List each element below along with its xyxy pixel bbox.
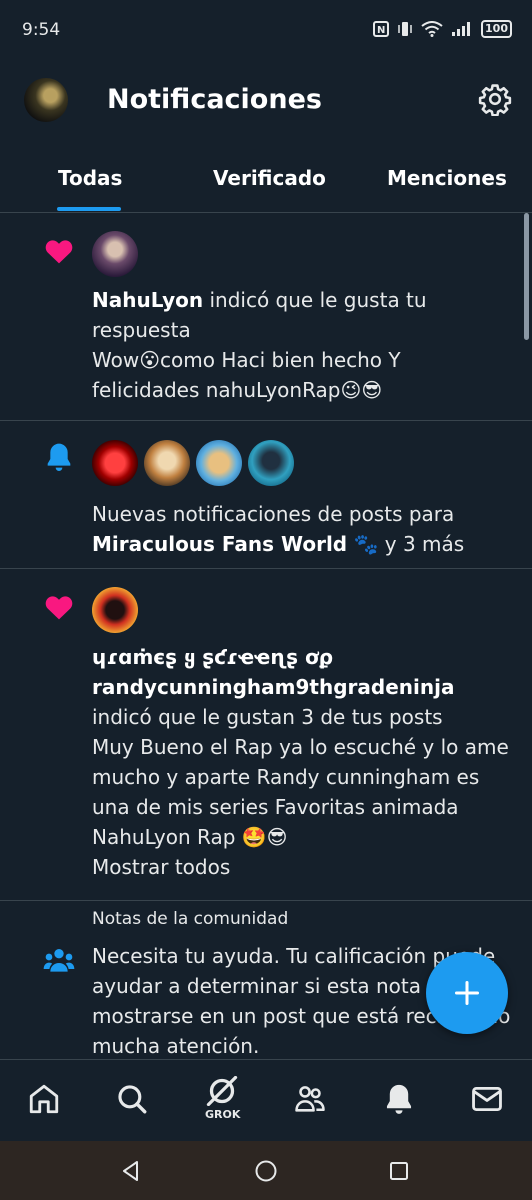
recents-icon[interactable] — [387, 1159, 411, 1183]
signal-icon — [452, 22, 471, 36]
notification-item[interactable]: Nuevas notificaciones de posts para Mira… — [0, 421, 532, 569]
community-notes-label: Notas de la comunidad — [92, 909, 289, 929]
messages-icon[interactable] — [470, 1082, 504, 1116]
battery-indicator: 100 — [481, 20, 512, 38]
notification-text: NahuLyon indicó que le gusta tu respuest… — [92, 285, 512, 405]
tab-verificado[interactable]: Verificado — [213, 166, 326, 190]
username[interactable]: NahuLyon — [92, 288, 203, 312]
reply-text: Muy Bueno el Rap ya lo escuché y lo ame … — [92, 735, 509, 849]
bell-icon — [47, 443, 71, 471]
user-avatar[interactable] — [24, 78, 68, 122]
heart-icon — [45, 240, 73, 264]
active-tab-indicator — [57, 207, 121, 211]
bottom-nav: GROK — [0, 1059, 532, 1142]
tab-menciones[interactable]: Menciones — [387, 166, 507, 190]
notifications-icon[interactable] — [382, 1082, 416, 1116]
gear-icon[interactable] — [478, 82, 512, 116]
communities-icon[interactable] — [293, 1082, 327, 1116]
page-header: Notificaciones — [0, 64, 532, 140]
notification-prefix: Nuevas notificaciones de posts para — [92, 502, 455, 526]
avatar-group — [92, 587, 138, 633]
svg-text:N: N — [377, 25, 385, 36]
avatar[interactable] — [196, 440, 242, 486]
search-icon[interactable] — [115, 1082, 149, 1116]
notification-item[interactable]: NahuLyon indicó que le gusta tu respuest… — [0, 213, 532, 421]
avatar-group — [92, 231, 138, 277]
plus-icon — [454, 980, 480, 1006]
username-styled[interactable]: ɥɾɑṁєʂ ყ ʂƈɾҽҽɳʂ ơϼ — [92, 642, 512, 672]
compose-button[interactable] — [426, 952, 508, 1034]
username[interactable]: randycunningham9thgradeninja — [92, 675, 454, 699]
avatar-group — [92, 440, 294, 486]
people-icon — [43, 949, 75, 972]
grok-nav-item[interactable]: GROK — [203, 1076, 241, 1132]
notifications-feed: NahuLyon indicó que le gusta tu respuest… — [0, 213, 532, 1059]
grok-icon — [206, 1076, 238, 1106]
heart-icon — [45, 596, 73, 620]
system-nav-bar — [0, 1141, 532, 1200]
avatar[interactable] — [248, 440, 294, 486]
home-circle-icon[interactable] — [254, 1159, 278, 1183]
status-time: 9:54 — [22, 20, 61, 40]
wifi-icon — [421, 21, 443, 37]
notification-text: Nuevas notificaciones de posts para Mira… — [92, 499, 512, 559]
tab-bar: Todas Verificado Menciones — [0, 140, 532, 213]
grok-label: GROK — [205, 1108, 241, 1121]
notification-action: indicó que le gustan 3 de tus posts — [92, 705, 443, 729]
reply-text: Wow😮como Haci bien hecho Y felicidades n… — [92, 348, 401, 402]
avatar[interactable] — [144, 440, 190, 486]
avatar[interactable] — [92, 231, 138, 277]
notification-text: ɥɾɑṁєʂ ყ ʂƈɾҽҽɳʂ ơϼ randycunningham9thgr… — [92, 642, 512, 882]
notification-suffix: 🐾 y 3 más — [347, 532, 465, 556]
vibrate-icon — [398, 22, 412, 36]
back-icon[interactable] — [119, 1159, 143, 1183]
tab-todas[interactable]: Todas — [58, 166, 122, 190]
notification-item[interactable]: ɥɾɑṁєʂ ყ ʂƈɾҽҽɳʂ ơϼ randycunningham9thgr… — [0, 569, 532, 901]
status-bar: 9:54 N 100 — [0, 0, 532, 64]
avatar[interactable] — [92, 440, 138, 486]
account-name[interactable]: Miraculous Fans World — [92, 532, 347, 556]
scrollbar[interactable] — [524, 213, 529, 340]
nfc-icon: N — [373, 21, 390, 37]
home-icon[interactable] — [27, 1082, 61, 1116]
status-icons: N 100 — [373, 20, 512, 38]
page-title: Notificaciones — [107, 84, 322, 115]
show-all-link[interactable]: Mostrar todos — [92, 852, 512, 882]
avatar[interactable] — [92, 587, 138, 633]
